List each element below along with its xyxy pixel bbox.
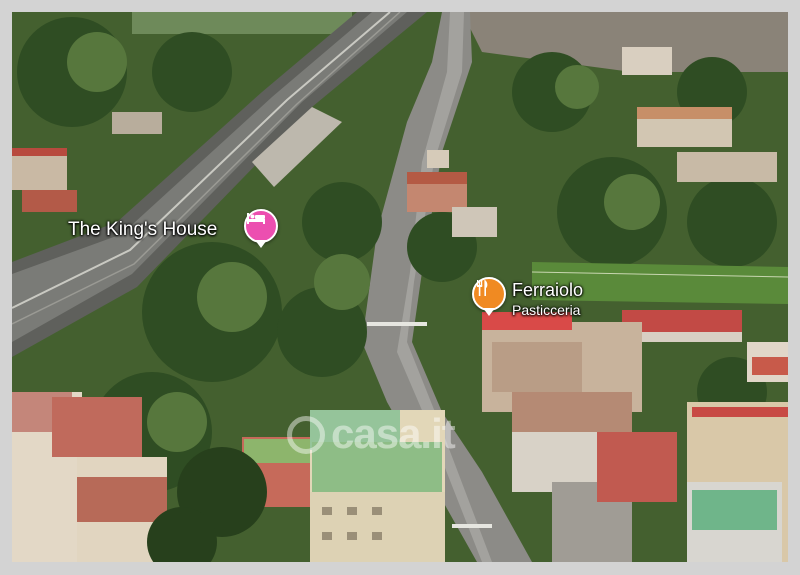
place-label-kings-house[interactable]: The King's House bbox=[68, 219, 217, 241]
map-frame: The King's House Ferraiolo Pasticceria c… bbox=[0, 0, 800, 575]
fork-knife-icon bbox=[477, 280, 488, 296]
restaurant-pin[interactable] bbox=[472, 277, 506, 316]
casa-watermark: casa.it bbox=[287, 410, 456, 458]
hotel-bed-icon bbox=[247, 213, 265, 224]
watermark-text: casa.it bbox=[331, 410, 456, 457]
aerial-imagery bbox=[12, 12, 788, 562]
place-category-ferraiolo: Pasticceria bbox=[512, 302, 581, 318]
satellite-map[interactable]: The King's House Ferraiolo Pasticceria c… bbox=[12, 12, 788, 562]
casa-logo-icon bbox=[287, 416, 325, 454]
place-label-ferraiolo[interactable]: Ferraiolo bbox=[512, 280, 583, 301]
hotel-pin[interactable] bbox=[244, 209, 278, 248]
